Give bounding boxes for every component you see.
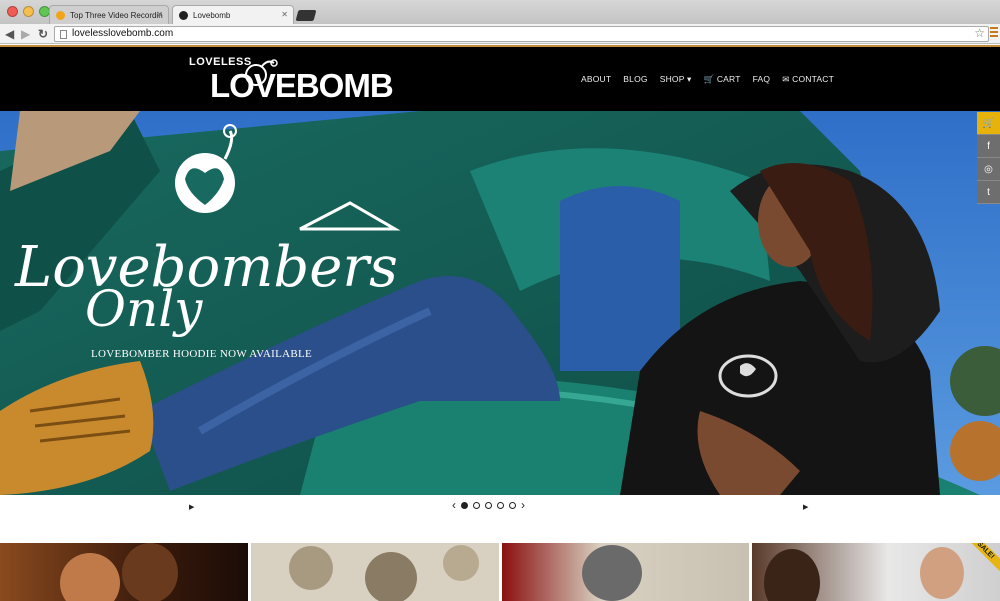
- tab-label: Top Three Video Recordin: [70, 11, 163, 20]
- tab-favicon-icon: [179, 11, 188, 20]
- cart-glyph: 🛒: [982, 117, 995, 129]
- site-header: LOVELESS LOVEBOMB ABOUT BLOG SHOP ▾ 🛒 CA…: [0, 45, 1000, 111]
- nav-blog[interactable]: BLOG: [623, 74, 647, 85]
- minimize-window-button[interactable]: [23, 6, 34, 17]
- tab-favicon-icon: [56, 11, 65, 20]
- close-tab-icon[interactable]: ✕: [156, 10, 163, 19]
- instagram-icon[interactable]: ◎: [977, 158, 1000, 181]
- nav-cart-label: CART: [716, 74, 741, 84]
- twitter-icon[interactable]: t: [977, 181, 1000, 204]
- hero-script-line1: Lovebombers: [14, 235, 398, 300]
- main-nav: ABOUT BLOG SHOP ▾ 🛒 CART FAQ ✉ CONTACT: [581, 74, 834, 85]
- nav-faq[interactable]: FAQ: [753, 74, 771, 85]
- nav-contact[interactable]: ✉ CONTACT: [782, 74, 834, 85]
- play-icon[interactable]: ▶: [189, 503, 194, 511]
- new-tab-button[interactable]: [295, 10, 317, 21]
- address-bar[interactable]: lovelesslovebomb.com ☆: [54, 26, 989, 42]
- forward-icon[interactable]: ▶: [21, 26, 30, 42]
- twitter-glyph: t: [987, 186, 990, 198]
- people-photo: [764, 547, 965, 601]
- browser-menu-icon[interactable]: [990, 27, 998, 37]
- bookmark-star-icon[interactable]: ☆: [974, 26, 985, 40]
- reload-icon[interactable]: ↻: [38, 26, 48, 42]
- product-thumb[interactable]: [501, 543, 750, 601]
- slide-dot[interactable]: [485, 501, 492, 509]
- product-thumb[interactable]: SALE!: [752, 543, 1000, 601]
- close-window-button[interactable]: [7, 6, 18, 17]
- page-icon: [60, 30, 67, 39]
- slide-dot[interactable]: [473, 501, 480, 509]
- nav-shop[interactable]: SHOP ▾: [660, 74, 692, 85]
- product-thumbnails: SALE!: [0, 543, 1000, 601]
- mail-icon: ✉: [782, 74, 790, 84]
- hero-script-line2: Only: [85, 280, 203, 338]
- back-icon[interactable]: ◀: [5, 26, 14, 42]
- slide-dot[interactable]: [461, 501, 468, 509]
- url-text: lovelesslovebomb.com: [72, 28, 174, 39]
- close-tab-icon[interactable]: ✕: [281, 10, 288, 19]
- browser-tab-2[interactable]: Lovebomb ✕: [172, 5, 294, 24]
- facebook-glyph: f: [987, 140, 990, 152]
- social-sidebar: 🛒 f ◎ t: [977, 112, 1000, 204]
- next-slide-icon[interactable]: ›: [521, 499, 525, 511]
- hero-slider[interactable]: Lovebombers Only LOVEBOMBER HOODIE NOW A…: [0, 111, 1000, 495]
- slide-dot[interactable]: [509, 501, 516, 509]
- browser-toolbar: ◀ ▶ ↻ lovelesslovebomb.com ☆: [0, 24, 1000, 44]
- instagram-glyph: ◎: [984, 163, 993, 175]
- facebook-icon[interactable]: f: [977, 135, 1000, 158]
- window-controls: [7, 6, 50, 17]
- product-thumb[interactable]: [0, 543, 248, 601]
- couple-photo: [60, 543, 178, 601]
- site-logo[interactable]: LOVEBOMB: [210, 67, 394, 105]
- browser-tabstrip: Top Three Video Recordin ✕ Lovebomb ✕: [0, 0, 1000, 24]
- illustration-image: [581, 545, 642, 601]
- tab-label: Lovebomb: [193, 11, 231, 20]
- social-cart-icon[interactable]: 🛒: [977, 112, 1000, 135]
- hero-image: Lovebombers Only: [0, 111, 1000, 495]
- play-icon[interactable]: ▶: [803, 503, 808, 511]
- slider-pagination: ‹ ›: [452, 499, 525, 511]
- slide-dot[interactable]: [497, 501, 504, 509]
- browser-tab-1[interactable]: Top Three Video Recordin ✕: [49, 5, 169, 24]
- slider-controls: ▶ ‹ › ▶: [0, 495, 1000, 517]
- nav-cart[interactable]: 🛒 CART: [703, 74, 740, 85]
- cart-icon: 🛒: [703, 74, 715, 84]
- product-thumb[interactable]: [250, 543, 499, 601]
- floral-art-image: [288, 545, 479, 601]
- nav-about[interactable]: ABOUT: [581, 74, 611, 85]
- prev-slide-icon[interactable]: ‹: [452, 499, 456, 511]
- hero-caption[interactable]: LOVEBOMBER HOODIE NOW AVAILABLE: [91, 348, 312, 360]
- nav-contact-label: CONTACT: [792, 74, 834, 84]
